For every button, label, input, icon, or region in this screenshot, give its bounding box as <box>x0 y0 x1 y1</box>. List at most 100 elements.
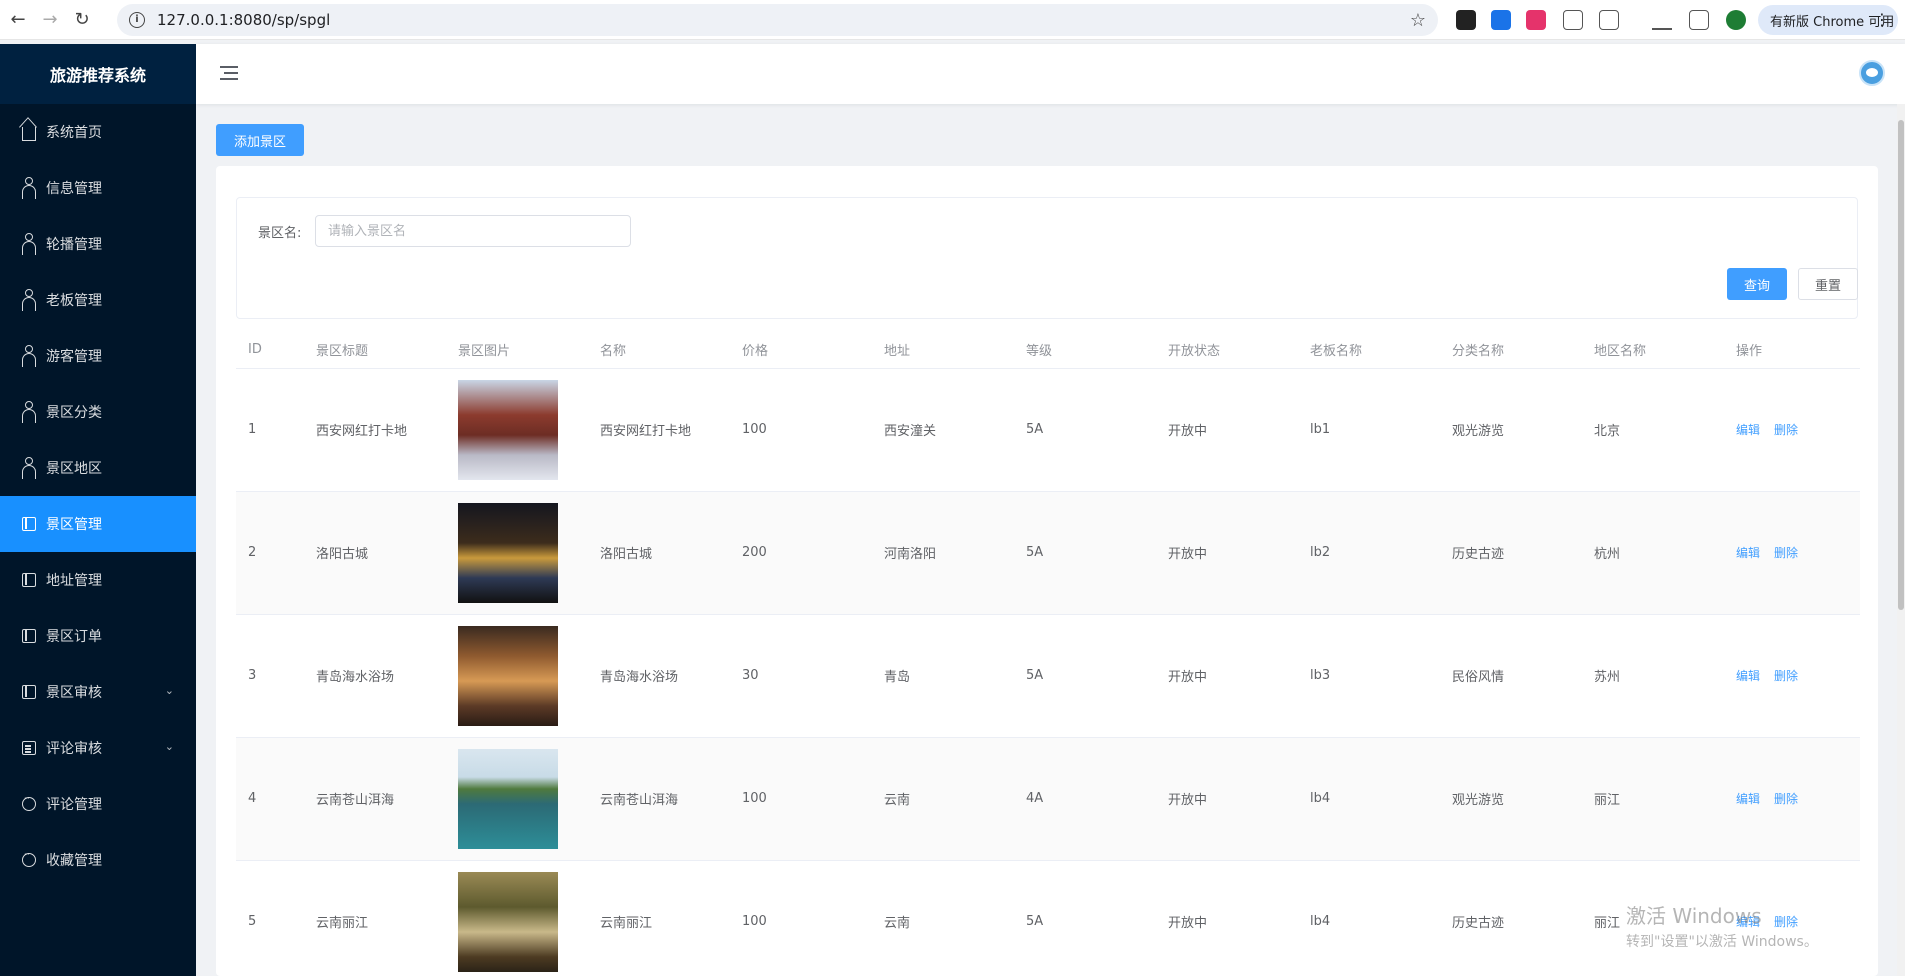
user-icon <box>22 345 36 367</box>
cell-price: 200 <box>730 491 872 615</box>
image-cell <box>446 368 588 492</box>
cell-title: 西安网红打卡地 <box>304 368 446 492</box>
scrollbar[interactable] <box>1897 104 1905 976</box>
chrome-update-button[interactable]: 有新版 Chrome 可用 ⋮ <box>1758 5 1898 35</box>
app-title: 旅游推荐系统 <box>0 44 196 104</box>
bookmark-star-icon[interactable]: ☆ <box>1410 10 1426 31</box>
table-row: 5 云南丽江 云南丽江 100 云南 5A 开放中 lb4 历史古迹 丽江 编辑 删除 <box>236 860 1860 976</box>
sidebar-item-7[interactable]: 景区管理 <box>0 496 196 552</box>
edit-link[interactable]: 编辑 <box>1736 792 1760 806</box>
sidebar-item-2[interactable]: 轮播管理 <box>0 216 196 272</box>
table-header-row: ID 景区标题 景区图片 名称 价格 地址 等级 开放状态 老板名称 分类名称 地区名称 操作 <box>236 332 1860 369</box>
media-icon[interactable] <box>1652 10 1672 30</box>
sidebar-item-4[interactable]: 游客管理 <box>0 328 196 384</box>
home-icon <box>22 127 36 141</box>
top-header <box>196 44 1905 104</box>
edit-link[interactable]: 编辑 <box>1736 546 1760 560</box>
cell-category: 观光游览 <box>1440 368 1582 492</box>
edit-link[interactable]: 编辑 <box>1736 669 1760 683</box>
side-panel-icon[interactable] <box>1689 10 1709 30</box>
sidebar-item-label: 轮播管理 <box>46 237 102 253</box>
sidebar-item-11[interactable]: 评论审核 ⌄ <box>0 720 196 776</box>
cell-id: 4 <box>236 737 304 861</box>
browser-toolbar: ← → ↻ i 127.0.0.1:8080/sp/spgl ☆ 有新版 Chr… <box>0 0 1905 40</box>
column-header: 操作 <box>1724 332 1860 369</box>
search-label: 景区名: <box>258 226 302 241</box>
watermark-line2: 转到"设置"以激活 Windows。 <box>1626 934 1818 950</box>
cell-region: 丽江 <box>1582 737 1724 861</box>
sidebar-item-12[interactable]: 评论管理 <box>0 776 196 832</box>
cell-title: 云南苍山洱海 <box>304 737 446 861</box>
sidebar-item-5[interactable]: 景区分类 <box>0 384 196 440</box>
image-cell <box>446 491 588 615</box>
column-header: ID <box>236 332 304 369</box>
more-menu-icon[interactable]: ⋮ <box>1874 10 1890 29</box>
cell-price: 100 <box>730 737 872 861</box>
table-row: 2 洛阳古城 洛阳古城 200 河南洛阳 5A 开放中 lb2 历史古迹 杭州 编辑 删除 <box>236 491 1860 615</box>
cell-name: 云南苍山洱海 <box>588 737 730 861</box>
url-text: 127.0.0.1:8080/sp/spgl <box>157 11 331 29</box>
cell-category: 历史古迹 <box>1440 860 1582 976</box>
sidebar-item-label: 景区订单 <box>46 629 102 645</box>
delete-link[interactable]: 删除 <box>1774 546 1798 560</box>
add-scenic-button[interactable]: 添加景区 <box>216 124 304 156</box>
reload-icon[interactable]: ↻ <box>68 6 96 34</box>
sidebar-item-3[interactable]: 老板管理 <box>0 272 196 328</box>
column-header: 景区标题 <box>304 332 446 369</box>
cell-boss: lb2 <box>1298 491 1440 615</box>
extension-icon[interactable] <box>1456 10 1476 30</box>
back-icon[interactable]: ← <box>4 6 32 34</box>
cell-price: 30 <box>730 614 872 738</box>
cell-category: 历史古迹 <box>1440 491 1582 615</box>
image-cell <box>446 860 588 976</box>
column-header: 价格 <box>730 332 872 369</box>
cell-address: 青岛 <box>872 614 1014 738</box>
address-bar[interactable]: i 127.0.0.1:8080/sp/spgl ☆ <box>117 4 1438 36</box>
cell-name: 青岛海水浴场 <box>588 614 730 738</box>
cell-name: 云南丽江 <box>588 860 730 976</box>
chevron-down-icon: ⌄ <box>164 684 174 697</box>
profile-avatar-icon[interactable] <box>1726 10 1746 30</box>
cell-name: 洛阳古城 <box>588 491 730 615</box>
actions-cell: 编辑 删除 <box>1724 491 1860 615</box>
download-icon[interactable] <box>1491 10 1511 30</box>
sidebar-item-1[interactable]: 信息管理 <box>0 160 196 216</box>
site-info-icon[interactable]: i <box>129 12 145 28</box>
sidebar-item-8[interactable]: 地址管理 <box>0 552 196 608</box>
list-icon <box>22 741 36 755</box>
cell-level: 5A <box>1014 491 1156 615</box>
delete-link[interactable]: 删除 <box>1774 423 1798 437</box>
delete-link[interactable]: 删除 <box>1774 669 1798 683</box>
cell-title: 云南丽江 <box>304 860 446 976</box>
cell-price: 100 <box>730 368 872 492</box>
column-header: 名称 <box>588 332 730 369</box>
sidebar-item-10[interactable]: 景区审核 ⌄ <box>0 664 196 720</box>
edit-link[interactable]: 编辑 <box>1736 423 1760 437</box>
scenic-table: ID 景区标题 景区图片 名称 价格 地址 等级 开放状态 老板名称 分类名称 地区名称 操作 1 西安… <box>236 332 1860 976</box>
cell-status: 开放中 <box>1156 860 1298 976</box>
delete-link[interactable]: 删除 <box>1774 792 1798 806</box>
forward-icon[interactable]: → <box>36 6 64 34</box>
sidebar-item-6[interactable]: 景区地区 <box>0 440 196 496</box>
collapse-menu-icon[interactable] <box>220 66 238 80</box>
extension-icon[interactable] <box>1526 10 1546 30</box>
extension-icon[interactable] <box>1563 10 1583 30</box>
image-cell <box>446 737 588 861</box>
reset-button[interactable]: 重置 <box>1798 268 1858 300</box>
sidebar-item-0[interactable]: 系统首页 <box>0 104 196 160</box>
cell-address: 云南 <box>872 737 1014 861</box>
cell-boss: lb3 <box>1298 614 1440 738</box>
query-button[interactable]: 查询 <box>1727 268 1787 300</box>
sidebar-item-9[interactable]: 景区订单 <box>0 608 196 664</box>
user-icon <box>22 289 36 311</box>
cell-boss: lb1 <box>1298 368 1440 492</box>
puzzle-icon[interactable] <box>1599 10 1619 30</box>
avatar[interactable] <box>1859 60 1885 86</box>
scenic-name-input[interactable] <box>315 215 631 247</box>
column-header: 地址 <box>872 332 1014 369</box>
cell-level: 4A <box>1014 737 1156 861</box>
sidebar-item-13[interactable]: 收藏管理 <box>0 832 196 888</box>
scrollbar-thumb[interactable] <box>1898 120 1904 610</box>
cell-status: 开放中 <box>1156 491 1298 615</box>
cell-title: 青岛海水浴场 <box>304 614 446 738</box>
